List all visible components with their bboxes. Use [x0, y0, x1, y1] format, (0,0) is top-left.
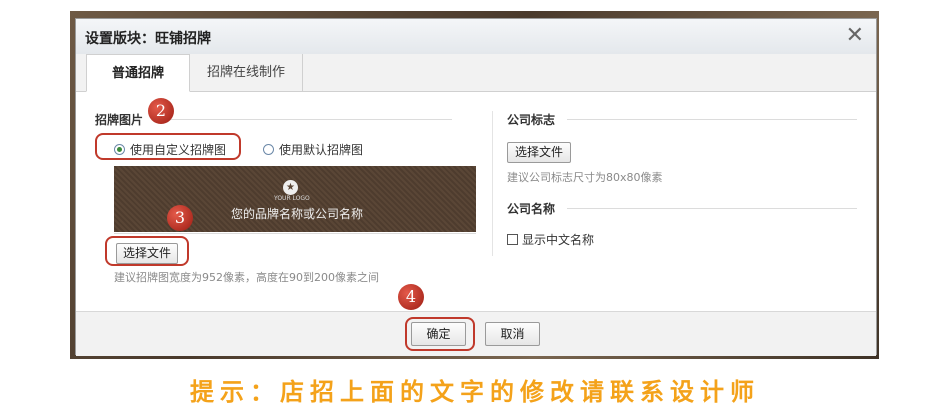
show-chinese-name-option[interactable]: 显示中文名称: [507, 231, 594, 248]
close-icon[interactable]: ✕: [846, 23, 864, 48]
show-chinese-name-label: 显示中文名称: [522, 233, 595, 247]
radio-default-option[interactable]: 使用默认招牌图: [263, 141, 363, 158]
divider: [166, 119, 452, 120]
column-divider: [492, 111, 493, 256]
annotation-box-radio: [95, 133, 241, 160]
step-badge-4: 4: [398, 284, 424, 310]
cancel-button[interactable]: 取消: [485, 322, 540, 346]
settings-dialog: 设置版块：旺铺招牌 ✕ 普通招牌 招牌在线制作 招牌图片 使用自定义招牌图 使用…: [75, 18, 877, 356]
choose-logo-file-button[interactable]: 选择文件: [507, 142, 571, 163]
signboard-size-hint: 建议招牌图宽度为952像素，高度在90到200像素之间: [114, 271, 379, 284]
banner-brand-name: 您的品牌名称或公司名称: [231, 207, 364, 221]
radio-unselected-icon[interactable]: [263, 144, 274, 155]
step-badge-3: 3: [167, 205, 193, 231]
logo-star-icon: ★: [283, 180, 298, 195]
company-logo-heading: 公司标志: [507, 113, 556, 127]
instruction-note: 提示：店招上面的文字的修改请联系设计师: [190, 377, 760, 406]
dialog-footer: 确定 取消: [76, 311, 876, 356]
signboard-image-heading: 招牌图片: [95, 113, 144, 127]
tab-bar: 普通招牌 招牌在线制作: [76, 54, 876, 92]
divider: [567, 208, 857, 209]
banner-logo-text: YOUR LOGO: [274, 195, 310, 202]
annotation-box-choose-file: [105, 236, 189, 266]
divider: [567, 119, 857, 120]
dialog-titlebar: 设置版块：旺铺招牌 ✕: [76, 19, 876, 55]
tab-online-signboard-maker[interactable]: 招牌在线制作: [190, 54, 303, 91]
checkbox-icon[interactable]: [507, 234, 518, 245]
company-name-heading: 公司名称: [507, 202, 556, 216]
radio-default-label: 使用默认招牌图: [279, 143, 364, 157]
tab-normal-signboard[interactable]: 普通招牌: [86, 54, 190, 92]
logo-size-hint: 建议公司标志尺寸为80x80像素: [507, 171, 663, 184]
step-badge-2: 2: [148, 98, 174, 124]
divider: [114, 233, 476, 234]
annotation-box-confirm: [405, 317, 475, 351]
dialog-title: 设置版块：旺铺招牌: [85, 31, 211, 47]
